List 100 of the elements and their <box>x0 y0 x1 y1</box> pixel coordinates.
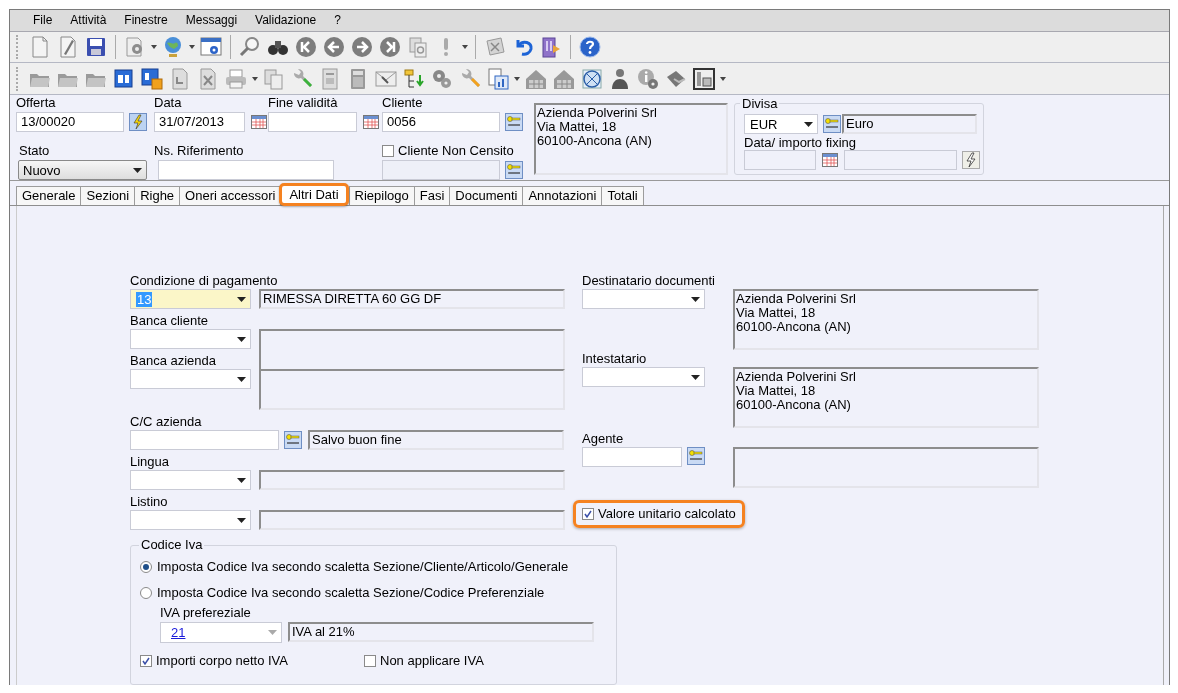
input-field[interactable] <box>268 112 357 132</box>
tab[interactable]: Sezioni <box>80 186 136 205</box>
field-label: C/C azienda <box>130 414 202 429</box>
checkbox-label: Cliente Non Censito <box>398 143 514 158</box>
checkbox[interactable] <box>140 654 152 667</box>
radio-label: Imposta Codice Iva secondo scaletta Sezione/Codice Preferenziale <box>157 585 545 600</box>
currency-dropdown[interactable]: EUR <box>744 114 818 134</box>
field-label: Listino <box>130 494 168 509</box>
checkbox[interactable] <box>382 144 394 157</box>
field-label: Lingua <box>130 454 170 469</box>
address-line: 60100-Ancona (AN) <box>736 320 852 334</box>
dropdown-value: Nuovo <box>23 162 61 178</box>
field-label: Cliente <box>382 95 424 110</box>
radio-button[interactable] <box>140 560 152 573</box>
field-label: Data/ importo fixing <box>744 135 857 150</box>
field-label: Ns. Riferimento <box>154 143 245 158</box>
field-label: Data <box>154 95 183 110</box>
menu-item[interactable]: Finestre <box>115 13 177 28</box>
tab[interactable]: Annotazioni <box>522 186 603 205</box>
tile-icon[interactable] <box>112 66 136 91</box>
compass-icon[interactable] <box>580 66 604 91</box>
checkbox-label: Non applicare IVA <box>380 653 484 668</box>
input-field[interactable] <box>382 160 500 180</box>
dropdown-arrow-icon[interactable] <box>237 336 246 342</box>
layout-icon[interactable] <box>692 66 716 91</box>
menu-item[interactable]: Messaggi <box>176 13 247 28</box>
dropdown-arrow-icon[interactable] <box>691 374 700 380</box>
help-icon[interactable] <box>578 34 602 59</box>
dropdown-value: 13 <box>136 291 153 307</box>
dropdown-arrow-icon[interactable] <box>237 517 246 523</box>
info-gear-icon[interactable] <box>636 66 660 91</box>
description-field: IVA al 21% <box>288 622 594 642</box>
tile-with-box-icon[interactable] <box>140 66 164 91</box>
checkbox[interactable] <box>364 654 376 667</box>
dropdown-value: EUR <box>750 116 778 132</box>
lightning-icon[interactable] <box>129 113 147 131</box>
dropdown-arrow-icon[interactable] <box>237 376 246 382</box>
field-label: Agente <box>582 431 625 446</box>
radio-label: Imposta Codice Iva secondo scaletta Sezione/Cliente/Articolo/Generale <box>157 559 569 574</box>
input-field[interactable] <box>582 447 682 467</box>
key-lookup-icon[interactable] <box>687 447 705 465</box>
calendar-icon[interactable] <box>362 113 380 131</box>
tab[interactable]: Riepilogo <box>348 186 415 205</box>
input-field[interactable] <box>130 430 279 450</box>
group-title: Codice Iva <box>139 538 205 551</box>
calendar-icon[interactable] <box>250 113 268 131</box>
copy-refresh-icon[interactable] <box>406 34 430 59</box>
checkbox[interactable] <box>582 507 594 520</box>
checkbox-label: Importi corpo netto IVA <box>156 653 288 668</box>
field-label: Destinatario documenti <box>582 273 715 288</box>
input-field[interactable] <box>744 150 816 170</box>
field-label: Fine validità <box>268 95 339 110</box>
tab[interactable]: Altri Dati <box>279 183 349 206</box>
key-lookup-icon[interactable] <box>505 113 523 131</box>
dropdown-arrow-icon[interactable] <box>237 296 246 302</box>
description-field: Salvo buon fine <box>308 430 564 450</box>
calendar-icon[interactable] <box>821 151 839 169</box>
dropdown-arrow-icon[interactable] <box>237 477 246 483</box>
address-line: 60100-Ancona (AN) <box>537 134 653 148</box>
search-icon[interactable] <box>238 34 262 59</box>
menu-item[interactable]: Attività <box>61 13 116 28</box>
tab[interactable]: Righe <box>134 186 181 205</box>
radio-button[interactable] <box>140 586 152 599</box>
key-lookup-icon[interactable] <box>823 115 841 133</box>
key-lookup-icon[interactable] <box>505 161 523 179</box>
window-gear-icon[interactable] <box>199 34 223 59</box>
menu-item[interactable]: ? <box>325 13 350 28</box>
input-field[interactable] <box>844 150 957 170</box>
description-field: Euro <box>842 114 977 134</box>
lightning-icon[interactable] <box>962 151 980 169</box>
tab[interactable]: Oneri accessori <box>179 186 282 205</box>
chart-document-icon[interactable] <box>486 66 510 91</box>
field-label: IVA prefereziale <box>160 605 251 620</box>
dropdown-arrow-icon[interactable] <box>804 121 813 127</box>
tree-arrow-icon[interactable] <box>402 66 426 91</box>
address-line: Via Mattei, 18 <box>537 120 618 134</box>
input-field[interactable]: 0056 <box>382 112 500 132</box>
description-field: RIMESSA DIRETTA 60 GG DF <box>259 289 565 309</box>
status-dropdown[interactable]: Nuovo <box>18 160 147 180</box>
input-field[interactable] <box>158 160 334 180</box>
menu-item[interactable]: File <box>24 13 62 28</box>
address-line: Via Mattei, 18 <box>736 384 817 398</box>
menu-item[interactable]: Validazione <box>246 13 326 28</box>
tab[interactable]: Generale <box>16 186 82 205</box>
field-label: Condizione di pagamento <box>130 273 278 288</box>
tab[interactable]: Documenti <box>449 186 524 205</box>
delete-icon[interactable] <box>483 34 507 59</box>
group-title: Divisa <box>740 97 780 110</box>
tab[interactable]: Totali <box>601 186 644 205</box>
field-label: Banca cliente <box>130 313 209 328</box>
input-field[interactable]: 13/00020 <box>16 112 124 132</box>
field-label: Intestatario <box>582 351 647 366</box>
address-line: 60100-Ancona (AN) <box>736 398 852 412</box>
address-line: Azienda Polverini Srl <box>537 106 658 120</box>
address-line: Azienda Polverini Srl <box>736 292 857 306</box>
address-line: Via Mattei, 18 <box>736 306 817 320</box>
key-lookup-icon[interactable] <box>284 431 302 449</box>
input-field[interactable]: 31/07/2013 <box>154 112 245 132</box>
dropdown-arrow-icon[interactable] <box>691 296 700 302</box>
dropdown-arrow-icon[interactable] <box>133 167 142 173</box>
